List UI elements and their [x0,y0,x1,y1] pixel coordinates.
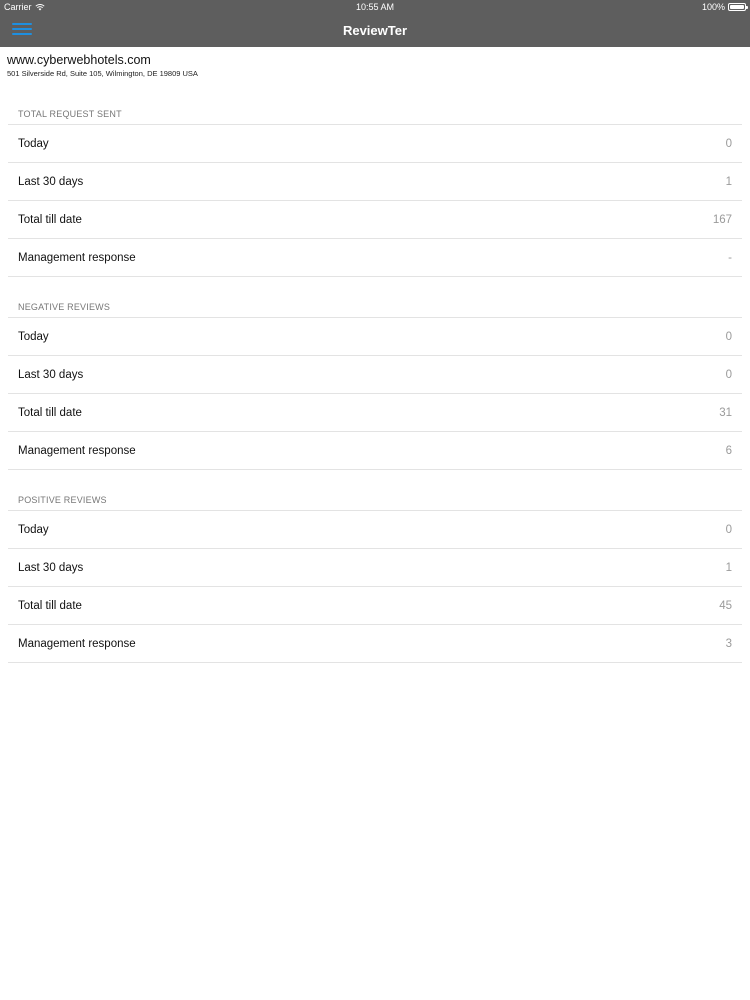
row-value: 45 [719,599,732,612]
row-value: 6 [725,444,732,457]
row-label: Today [18,330,49,343]
stat-row-management-response: Management response - [8,239,742,277]
section-total-request-sent: TOTAL REQUEST SENT Today 0 Last 30 days … [8,104,742,277]
app-title: ReviewTer [342,23,408,38]
row-value: 0 [725,368,732,381]
row-value: 31 [719,406,732,419]
row-label: Management response [18,251,136,264]
stat-row-today: Today 0 [8,318,742,356]
row-label: Management response [18,444,136,457]
stat-row-total-till-date: Total till date 167 [8,201,742,239]
hotel-info: www.cyberwebhotels.com 501 Silverside Rd… [7,53,198,78]
row-value: 0 [725,330,732,343]
nav-bar: ReviewTer [0,14,750,47]
row-label: Last 30 days [18,175,84,188]
section-header: TOTAL REQUEST SENT [8,104,742,125]
section-positive-reviews: POSITIVE REVIEWS Today 0 Last 30 days 1 … [8,490,742,663]
row-value: 1 [725,175,732,188]
row-label: Today [18,137,49,150]
stat-row-total-till-date: Total till date 45 [8,587,742,625]
stat-row-last-30-days: Last 30 days 0 [8,356,742,394]
hotel-address: 501 Silverside Rd, Suite 105, Wilmington… [7,69,198,78]
section-header: POSITIVE REVIEWS [8,490,742,511]
status-bar: Carrier 10:55 AM 100% [0,0,750,14]
row-label: Last 30 days [18,561,84,574]
status-time: 10:55 AM [355,2,395,12]
stat-row-last-30-days: Last 30 days 1 [8,163,742,201]
hotel-name: www.cyberwebhotels.com [7,53,151,67]
section-header: NEGATIVE REVIEWS [8,297,742,318]
battery-percent: 100% [701,2,725,12]
battery-group: 100% [701,2,748,12]
row-value: 0 [725,523,732,536]
row-label: Total till date [18,406,82,419]
stat-row-management-response: Management response 6 [8,432,742,470]
stat-row-last-30-days: Last 30 days 1 [8,549,742,587]
row-value: 3 [725,637,732,650]
stat-row-today: Today 0 [8,125,742,163]
battery-icon [728,3,748,11]
stat-row-today: Today 0 [8,511,742,549]
stat-row-management-response: Management response 3 [8,625,742,663]
row-label: Management response [18,637,136,650]
row-value: - [728,251,732,264]
row-label: Last 30 days [18,368,84,381]
row-value: 0 [725,137,732,150]
row-value: 167 [712,213,732,226]
stat-row-total-till-date: Total till date 31 [8,394,742,432]
section-negative-reviews: NEGATIVE REVIEWS Today 0 Last 30 days 0 … [8,297,742,470]
row-label: Total till date [18,213,82,226]
row-label: Total till date [18,599,82,612]
row-value: 1 [725,561,732,574]
row-label: Today [18,523,49,536]
